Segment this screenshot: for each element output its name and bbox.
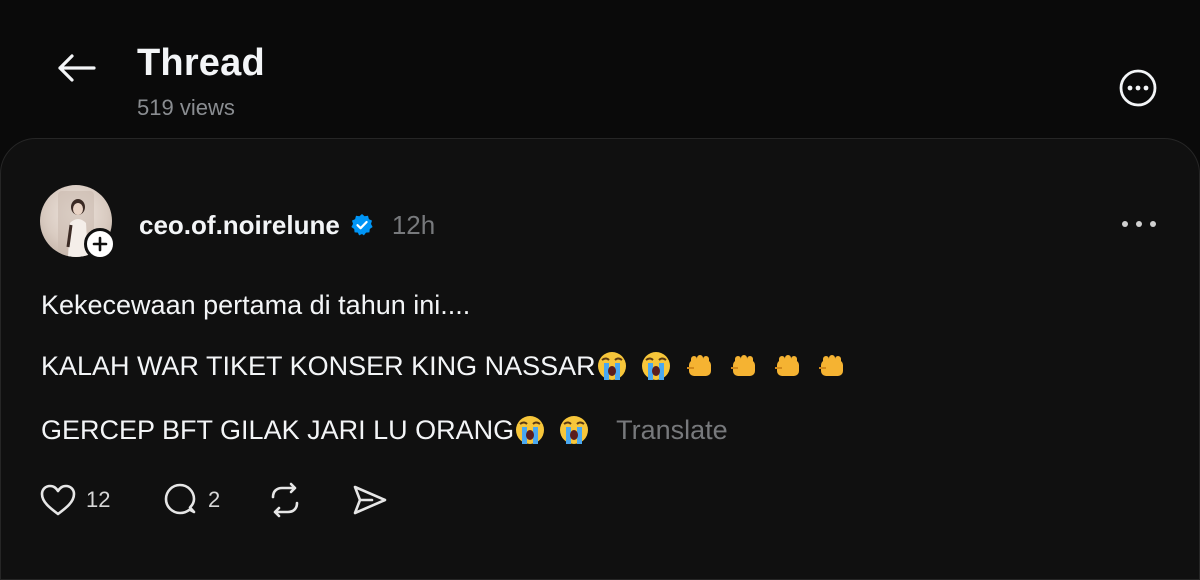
post-text-line: GERCEP BFT GILAK JARI LU ORANG Translate xyxy=(41,414,728,446)
comment-icon xyxy=(164,483,196,515)
more-circle-icon xyxy=(1119,69,1157,107)
send-icon xyxy=(353,485,387,515)
plus-icon xyxy=(92,236,108,252)
follow-button[interactable] xyxy=(84,228,116,260)
like-button[interactable]: 12 xyxy=(40,484,120,516)
back-button[interactable] xyxy=(52,44,100,92)
loudly-crying-face-icon xyxy=(641,352,670,380)
reply-button[interactable]: 2 xyxy=(162,482,232,518)
thread-header: Thread 519 views xyxy=(0,0,1200,140)
post-timestamp[interactable]: 12h xyxy=(392,210,435,241)
author-avatar-container[interactable] xyxy=(40,185,116,260)
oncoming-fist-icon xyxy=(730,355,755,376)
loudly-crying-face-icon xyxy=(516,416,545,444)
page-title: Thread xyxy=(137,42,265,84)
view-count: 519 views xyxy=(137,95,235,120)
more-options-button[interactable] xyxy=(1118,68,1158,108)
post-text: KALAH WAR TIKET KONSER KING NASSAR xyxy=(41,350,596,381)
oncoming-fist-icon xyxy=(686,355,711,376)
like-count: 12 xyxy=(86,487,111,512)
heart-icon xyxy=(40,484,76,516)
translate-link[interactable]: Translate xyxy=(616,415,728,446)
loudly-crying-face-icon xyxy=(560,416,589,444)
share-button[interactable] xyxy=(352,483,402,517)
reply-count: 2 xyxy=(208,487,221,512)
oncoming-fist-icon xyxy=(774,355,799,376)
ellipsis-icon xyxy=(1122,221,1156,227)
post-text-line: Kekecewaan pertama di tahun ini.... xyxy=(41,290,470,321)
post-text: Kekecewaan pertama di tahun ini.... xyxy=(41,290,471,320)
oncoming-fist-icon xyxy=(818,355,843,376)
repost-button[interactable] xyxy=(267,482,317,518)
post-text: GERCEP BFT GILAK JARI LU ORANG xyxy=(41,414,515,445)
post-author-row: ceo.of.noirelune 12h xyxy=(139,207,435,243)
verified-badge-icon xyxy=(350,213,374,237)
post-actions: 12 2 xyxy=(40,480,402,520)
loudly-crying-face-icon xyxy=(597,352,626,380)
arrow-left-icon xyxy=(58,54,96,82)
post-more-button[interactable] xyxy=(1117,212,1161,236)
repost-icon xyxy=(271,482,299,518)
username-link[interactable]: ceo.of.noirelune xyxy=(139,210,340,241)
post-text-line: KALAH WAR TIKET KONSER KING NASSAR xyxy=(41,350,856,382)
